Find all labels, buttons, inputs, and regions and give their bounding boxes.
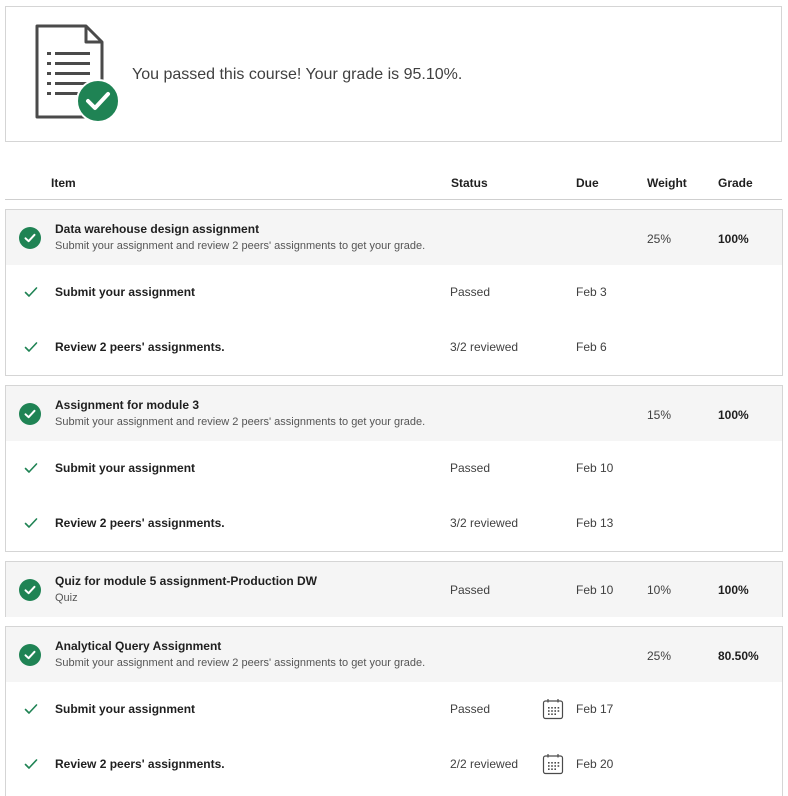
check-icon xyxy=(24,463,38,473)
item-grade: 100% xyxy=(718,583,749,597)
check-icon xyxy=(24,287,38,297)
sub-item-row[interactable]: Submit your assignment Passed Feb 3 xyxy=(6,265,782,320)
sub-item-due: Feb 13 xyxy=(576,516,614,530)
completed-check-icon xyxy=(19,227,41,249)
course-passed-banner: You passed this course! Your grade is 95… xyxy=(5,6,782,142)
sub-item-due: Feb 3 xyxy=(576,285,607,299)
grade-item-header[interactable]: Quiz for module 5 assignment-Production … xyxy=(6,562,782,617)
document-check-icon xyxy=(35,24,120,123)
item-weight: 10% xyxy=(647,583,672,597)
sub-item-due: Feb 20 xyxy=(576,757,614,771)
sub-item-row[interactable]: Review 2 peers' assignments. 2/2 reviewe… xyxy=(6,737,782,792)
item-grade: 100% xyxy=(718,408,749,422)
completed-check-icon xyxy=(19,403,41,425)
sub-item-row[interactable]: Review 2 peers' assignments. 3/2 reviewe… xyxy=(6,496,782,551)
sub-item-status: 3/2 reviewed xyxy=(450,516,519,530)
grade-item-group: Analytical Query Assignment Submit your … xyxy=(5,626,783,796)
grade-item-group: Quiz for module 5 assignment-Production … xyxy=(5,561,783,617)
item-status: Passed xyxy=(450,583,491,597)
sub-item-label[interactable]: Submit your assignment xyxy=(55,285,195,299)
item-subtitle: Submit your assignment and review 2 peer… xyxy=(55,657,426,669)
check-icon xyxy=(24,759,38,769)
grade-item-header[interactable]: Assignment for module 3 Submit your assi… xyxy=(6,386,782,441)
item-title[interactable]: Quiz for module 5 assignment-Production … xyxy=(55,574,317,588)
sub-item-row[interactable]: Review 2 peers' assignments. 3/2 reviewe… xyxy=(6,320,782,375)
check-icon xyxy=(24,704,38,714)
sub-item-due: Feb 6 xyxy=(576,340,607,354)
completed-check-icon xyxy=(19,644,41,666)
course-grade-message: You passed this course! Your grade is 95… xyxy=(132,66,463,83)
column-due: Due xyxy=(576,176,599,190)
item-subtitle: Submit your assignment and review 2 peer… xyxy=(55,240,426,252)
item-title[interactable]: Assignment for module 3 xyxy=(55,398,199,412)
column-weight: Weight xyxy=(647,176,687,190)
grade-item-group: Assignment for module 3 Submit your assi… xyxy=(5,385,783,552)
item-weight: 25% xyxy=(647,232,672,246)
item-weight: 25% xyxy=(647,649,672,663)
item-title[interactable]: Data warehouse design assignment xyxy=(55,222,259,236)
sub-item-status: Passed xyxy=(450,461,491,475)
item-grade: 80.50% xyxy=(718,649,759,663)
sub-item-label[interactable]: Submit your assignment xyxy=(55,702,195,716)
sub-item-status: Passed xyxy=(450,285,491,299)
item-grade: 100% xyxy=(718,232,749,246)
calendar-icon[interactable] xyxy=(542,698,564,720)
sub-item-due: Feb 10 xyxy=(576,461,614,475)
column-status: Status xyxy=(451,176,488,190)
sub-item-row[interactable]: Submit your assignment Passed Feb 17 xyxy=(6,682,782,737)
grade-item-group: Data warehouse design assignment Submit … xyxy=(5,209,783,376)
sub-item-row[interactable]: Submit your assignment Passed Feb 10 xyxy=(6,441,782,496)
column-grade: Grade xyxy=(718,176,753,190)
check-icon xyxy=(24,518,38,528)
item-subtitle: Quiz xyxy=(55,592,78,604)
calendar-icon[interactable] xyxy=(542,753,564,775)
completed-check-icon xyxy=(19,579,41,601)
item-subtitle: Submit your assignment and review 2 peer… xyxy=(55,416,426,428)
grade-item-header[interactable]: Data warehouse design assignment Submit … xyxy=(6,210,782,265)
sub-item-label[interactable]: Submit your assignment xyxy=(55,461,195,475)
item-weight: 15% xyxy=(647,408,672,422)
item-title[interactable]: Analytical Query Assignment xyxy=(55,639,221,653)
item-due: Feb 10 xyxy=(576,583,614,597)
sub-item-status: 2/2 reviewed xyxy=(450,757,519,771)
sub-item-status: Passed xyxy=(450,702,491,716)
grade-item-header[interactable]: Analytical Query Assignment Submit your … xyxy=(6,627,782,682)
sub-item-label[interactable]: Review 2 peers' assignments. xyxy=(55,340,225,354)
sub-item-status: 3/2 reviewed xyxy=(450,340,519,354)
sub-item-due: Feb 17 xyxy=(576,702,614,716)
grades-table-header: Item Status Due Weight Grade xyxy=(5,168,782,200)
column-item: Item xyxy=(51,176,76,190)
sub-item-label[interactable]: Review 2 peers' assignments. xyxy=(55,516,225,530)
check-icon xyxy=(24,342,38,352)
sub-item-label[interactable]: Review 2 peers' assignments. xyxy=(55,757,225,771)
